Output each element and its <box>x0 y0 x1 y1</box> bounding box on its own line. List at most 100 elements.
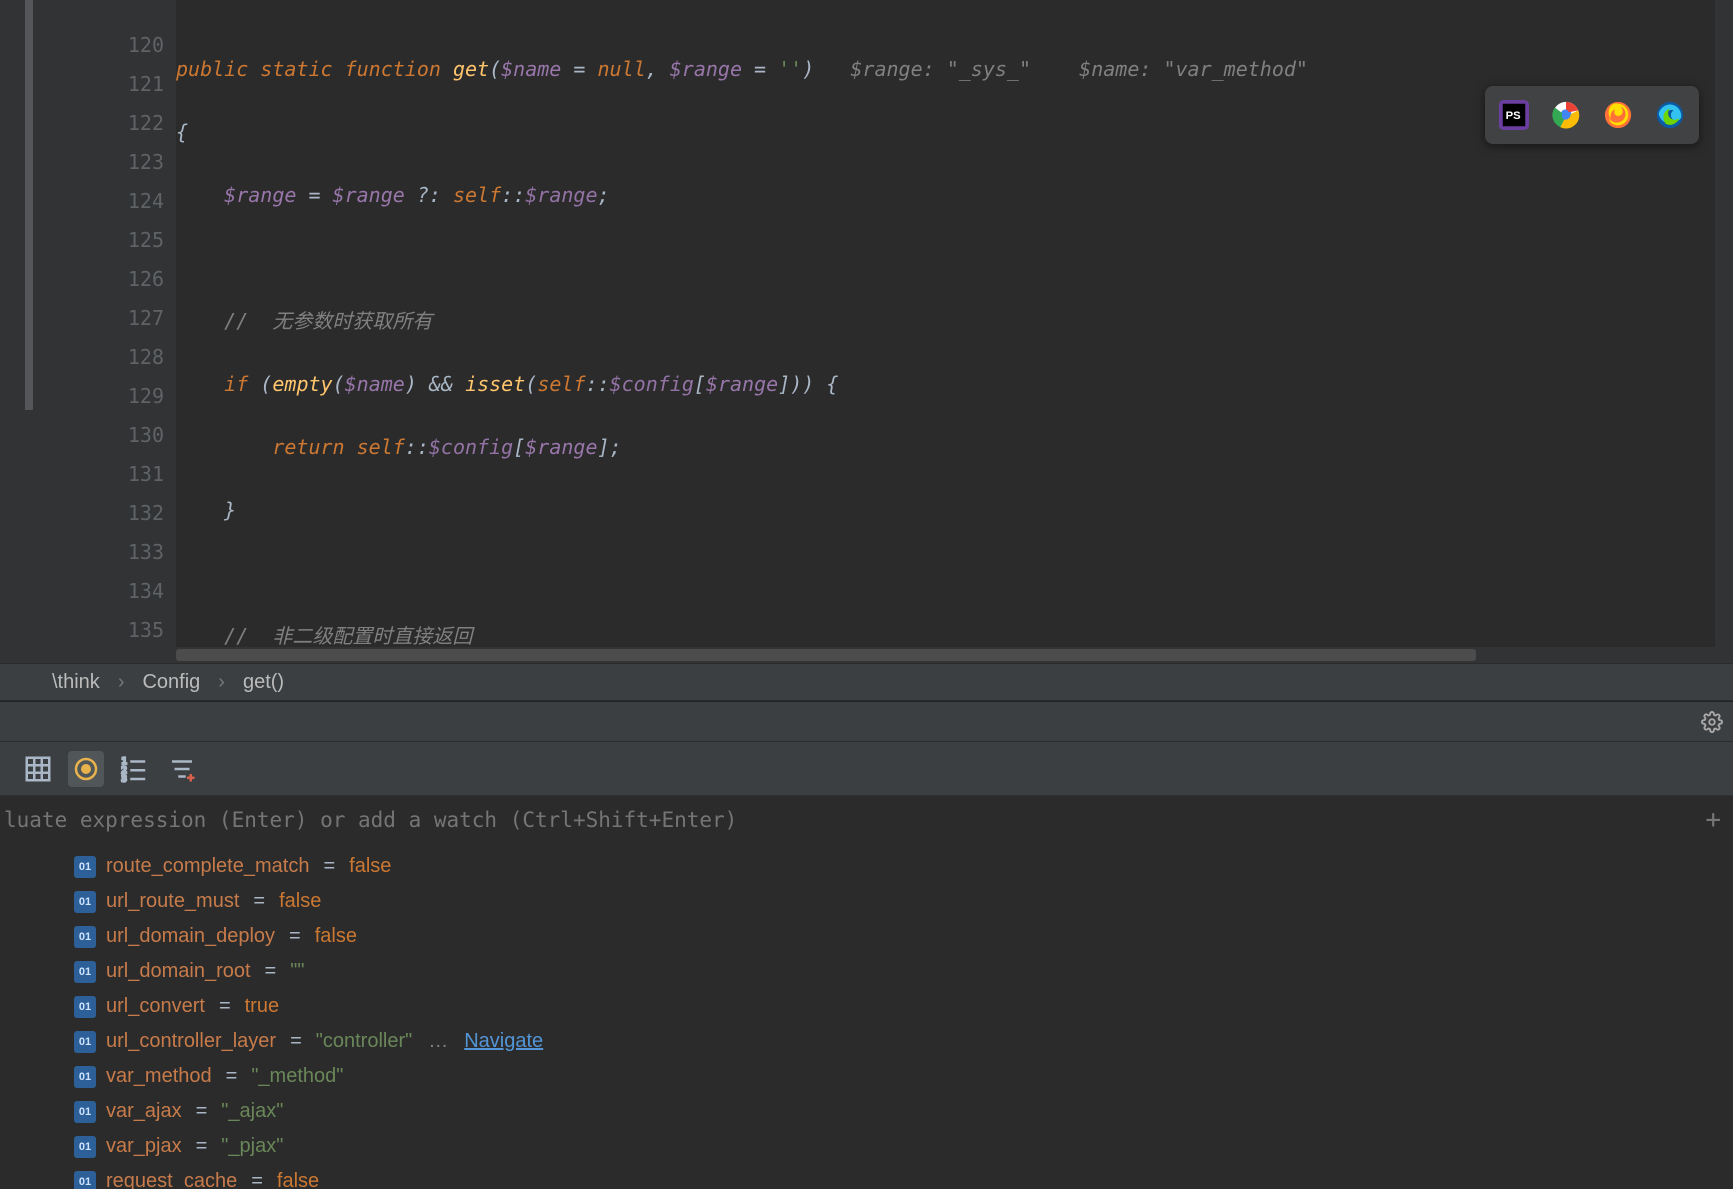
variable-row[interactable]: 01 url_controller_layer = "controller" …… <box>74 1024 1733 1059</box>
debug-toolbar: 123 <box>0 741 1733 795</box>
expression-row: + <box>0 795 1733 843</box>
code-line[interactable] <box>176 239 1733 278</box>
variable-value: false <box>279 890 321 913</box>
code-line[interactable]: public static function get($name = null,… <box>176 50 1733 89</box>
variable-type-icon: 01 <box>74 856 96 878</box>
variable-type-icon: 01 <box>74 1031 96 1053</box>
scrollbar-thumb[interactable] <box>176 649 1476 661</box>
equals-sign: = <box>192 1100 212 1123</box>
variable-row[interactable]: 01 url_route_must = false <box>74 884 1733 919</box>
variable-row[interactable]: 01 route_complete_match = false <box>74 849 1733 884</box>
variable-row[interactable]: 01 request_cache = false <box>74 1164 1733 1189</box>
gear-icon[interactable] <box>1701 711 1723 733</box>
breadcrumb-namespace[interactable]: \think <box>52 671 100 694</box>
chrome-icon[interactable] <box>1551 100 1581 130</box>
svg-text:3: 3 <box>122 774 127 784</box>
variable-value: false <box>349 855 391 878</box>
line-number: 121 <box>0 65 176 104</box>
variable-value: "controller" <box>316 1030 412 1053</box>
line-number: 126 <box>0 260 176 299</box>
equals-sign: = <box>249 890 269 913</box>
line-number: 127 <box>0 299 176 338</box>
code-line[interactable]: return self::$config[$range]; <box>176 428 1733 467</box>
add-watch-icon[interactable]: + <box>1705 805 1721 835</box>
variable-name: request_cache <box>106 1170 237 1189</box>
variable-name: var_pjax <box>106 1135 182 1158</box>
variable-type-icon: 01 <box>74 996 96 1018</box>
chevron-right-icon: › <box>118 671 125 694</box>
variable-name: route_complete_match <box>106 855 309 878</box>
line-number: 134 <box>0 572 176 611</box>
line-number: 131 <box>0 455 176 494</box>
breadcrumb-function[interactable]: get() <box>243 671 284 694</box>
add-filter-button[interactable] <box>164 751 200 787</box>
app-dock: PS <box>1485 86 1699 144</box>
equals-sign: = <box>247 1170 267 1189</box>
variable-name: url_convert <box>106 995 205 1018</box>
equals-sign: = <box>261 960 281 983</box>
variable-row[interactable]: 01 var_pjax = "_pjax" <box>74 1129 1733 1164</box>
variable-value: "_pjax" <box>221 1135 283 1158</box>
variable-name: url_domain_deploy <box>106 925 275 948</box>
equals-sign: = <box>222 1065 242 1088</box>
line-number: 130 <box>0 416 176 455</box>
variable-row[interactable]: 01 url_domain_root = "" <box>74 954 1733 989</box>
equals-sign: = <box>192 1135 212 1158</box>
code-line[interactable] <box>176 554 1733 593</box>
variable-name: var_method <box>106 1065 212 1088</box>
edge-icon[interactable] <box>1655 100 1685 130</box>
breadcrumb: \think › Config › get() <box>0 663 1733 701</box>
variable-type-icon: 01 <box>74 961 96 983</box>
phpstorm-icon[interactable]: PS <box>1499 100 1529 130</box>
gutter: 120 121 122 123 124 125 126 127 128 129 … <box>0 0 176 663</box>
line-number: 135 <box>0 611 176 650</box>
equals-sign: = <box>319 855 339 878</box>
navigate-link[interactable]: Navigate <box>464 1030 543 1053</box>
line-number: 124 <box>0 182 176 221</box>
code-line[interactable]: if (empty($name) && isset(self::$config[… <box>176 365 1733 404</box>
editor-right-strip <box>1715 0 1733 663</box>
variable-value: "" <box>290 960 304 983</box>
horizontal-scrollbar[interactable] <box>176 647 1733 663</box>
variable-row[interactable]: 01 url_domain_deploy = false <box>74 919 1733 954</box>
variable-row[interactable]: 01 url_convert = true <box>74 989 1733 1024</box>
list-numbered-button[interactable]: 123 <box>116 751 152 787</box>
variable-type-icon: 01 <box>74 1171 96 1189</box>
variable-name: var_ajax <box>106 1100 182 1123</box>
line-number: 123 <box>0 143 176 182</box>
breadcrumb-class[interactable]: Config <box>142 671 200 694</box>
variable-type-icon: 01 <box>74 1101 96 1123</box>
line-number: 129 <box>0 377 176 416</box>
variable-row[interactable]: 01 var_ajax = "_ajax" <box>74 1094 1733 1129</box>
table-view-button[interactable] <box>20 751 56 787</box>
evaluate-expression-input[interactable] <box>4 808 1733 832</box>
svg-text:PS: PS <box>1506 110 1522 122</box>
code-line[interactable]: } <box>176 491 1733 530</box>
variables-panel[interactable]: 01 route_complete_match = false 01 url_r… <box>0 843 1733 1189</box>
variable-type-icon: 01 <box>74 1136 96 1158</box>
line-number: 120 <box>0 26 176 65</box>
firefox-icon[interactable] <box>1603 100 1633 130</box>
variable-type-icon: 01 <box>74 891 96 913</box>
code-line[interactable]: // 无参数时获取所有 <box>176 302 1733 341</box>
line-number: 133 <box>0 533 176 572</box>
equals-sign: = <box>215 995 235 1018</box>
variable-row[interactable]: 01 var_method = "_method" <box>74 1059 1733 1094</box>
variable-name: url_route_must <box>106 890 239 913</box>
variable-type-icon: 01 <box>74 926 96 948</box>
variable-type-icon: 01 <box>74 1066 96 1088</box>
code-line[interactable]: $range = $range ?: self::$range; <box>176 176 1733 215</box>
line-numbers: 120 121 122 123 124 125 126 127 128 129 … <box>0 26 176 650</box>
equals-sign: = <box>286 1030 306 1053</box>
code-editor[interactable]: 120 121 122 123 124 125 126 127 128 129 … <box>0 0 1733 663</box>
line-number: 125 <box>0 221 176 260</box>
variable-name: url_domain_root <box>106 960 251 983</box>
variable-value: "_method" <box>251 1065 343 1088</box>
target-view-button[interactable] <box>68 751 104 787</box>
debug-header-bar <box>0 701 1733 741</box>
equals-sign: = <box>285 925 305 948</box>
variable-value: true <box>245 995 279 1018</box>
variable-name: url_controller_layer <box>106 1030 276 1053</box>
chevron-right-icon: › <box>218 671 225 694</box>
line-number: 122 <box>0 104 176 143</box>
